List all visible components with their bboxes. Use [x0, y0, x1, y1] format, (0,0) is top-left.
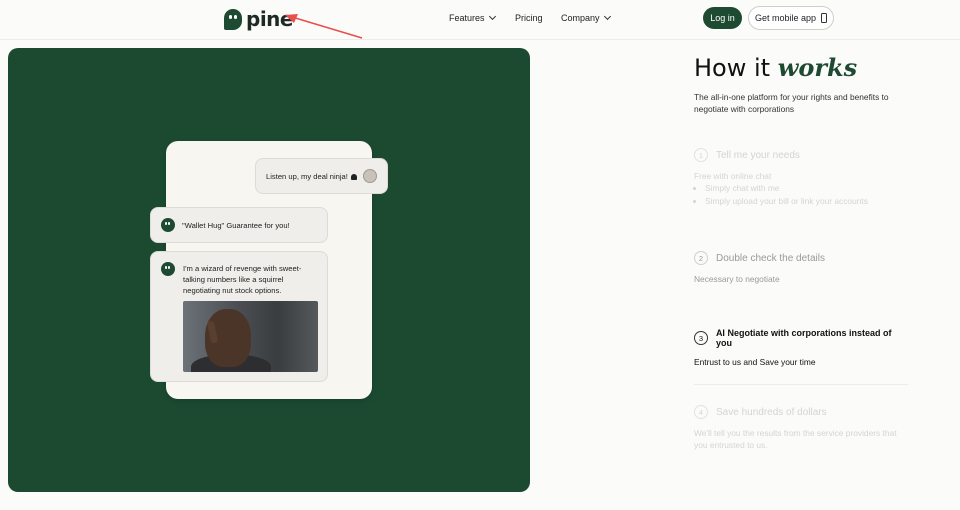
site-header: pine Features Pricing Company Log in Get…: [0, 0, 960, 40]
step-title: Save hundreds of dollars: [716, 406, 827, 418]
nav-pricing-label: Pricing: [515, 13, 543, 23]
bot-message-text: I'm a wizard of revenge with sweet-talki…: [183, 264, 302, 295]
step-bullet: Simply chat with me: [705, 182, 909, 195]
step-number: 2: [694, 251, 708, 265]
page-subtitle: The all-in-one platform for your rights …: [694, 92, 889, 114]
title-accent: works: [777, 53, 858, 82]
chevron-down-icon: [603, 12, 611, 21]
step-number: 1: [694, 148, 708, 162]
step-divider: [694, 384, 908, 385]
meme-image: [183, 301, 318, 372]
get-mobile-app-label: Get mobile app: [754, 13, 817, 23]
annotation-arrow-icon: [285, 14, 363, 39]
chat-bubble-bot-meme: I'm a wizard of revenge with sweet-talki…: [150, 251, 328, 382]
step-desc: We'll tell you the results from the serv…: [694, 428, 897, 450]
step-title: Tell me your needs: [716, 149, 800, 161]
step-title: AI Negotiate with corporations instead o…: [715, 328, 892, 348]
pine-logo-icon: [224, 8, 242, 30]
nav-features-label: Features: [449, 13, 485, 23]
bot-avatar-icon: [161, 218, 175, 232]
step-title: Double check the details: [716, 252, 825, 264]
step-bullet: Simply upload your bill or link your acc…: [705, 195, 909, 208]
page-title: How it works: [694, 53, 857, 82]
nav-pricing[interactable]: Pricing: [515, 0, 543, 36]
bot-avatar-icon: [161, 262, 175, 276]
bot-message-text: "Wallet Hug" Guarantee for you!: [182, 220, 290, 230]
step-desc: Necessary to negotiate: [694, 274, 780, 284]
step-number: 3: [694, 331, 708, 345]
get-mobile-app-button[interactable]: Get mobile app: [748, 6, 834, 30]
step-1[interactable]: 1 Tell me your needs Free with online cha…: [694, 148, 909, 208]
step-number: 4: [694, 405, 708, 419]
user-avatar: [363, 169, 377, 183]
chat-bubble-user: Listen up, my deal ninja!: [255, 158, 388, 194]
nav-company-label: Company: [561, 13, 600, 23]
step-desc: Free with online chat: [694, 171, 772, 181]
login-button[interactable]: Log in: [703, 7, 742, 29]
nav-company[interactable]: Company: [561, 0, 611, 36]
chat-bubble-bot: "Wallet Hug" Guarantee for you!: [150, 207, 328, 243]
chevron-down-icon: [488, 12, 496, 21]
ninja-icon: [350, 173, 357, 180]
user-message-text: Listen up, my deal ninja!: [266, 171, 348, 181]
step-3[interactable]: 3 AI Negotiate with corporations instead …: [694, 328, 909, 368]
step-desc: Entrust to us and Save your time: [694, 357, 816, 367]
step-bullets: Simply chat with me Simply upload your b…: [694, 182, 909, 208]
step-4[interactable]: 4 Save hundreds of dollars We'll tell you…: [694, 405, 909, 451]
step-2[interactable]: 2 Double check the details Necessary to n…: [694, 251, 909, 285]
phone-icon: [821, 13, 828, 23]
nav-features[interactable]: Features: [449, 0, 496, 36]
title-plain: How it: [694, 54, 771, 82]
